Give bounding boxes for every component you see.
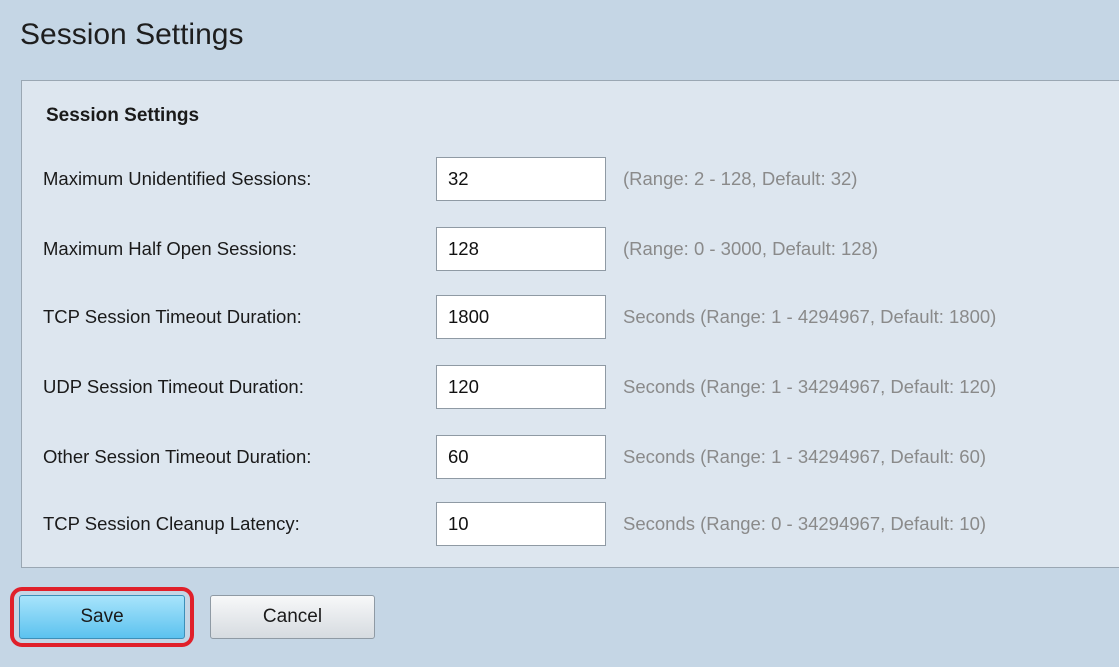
max-half-open-sessions-input[interactable] (436, 227, 606, 271)
section-title: Session Settings (46, 105, 200, 126)
max-unidentified-sessions-label: Maximum Unidentified Sessions: (43, 168, 312, 189)
other-session-timeout-label: Other Session Timeout Duration: (43, 446, 312, 467)
tcp-session-timeout-label: TCP Session Timeout Duration: (43, 306, 302, 327)
session-settings-panel: Session Settings Maximum Unidentified Se… (21, 80, 1119, 568)
tcp-session-timeout-input[interactable] (436, 295, 606, 339)
page-title: Session Settings (20, 18, 244, 51)
other-session-timeout-hint: Seconds (Range: 1 - 34294967, Default: 6… (623, 446, 987, 467)
udp-session-timeout-label: UDP Session Timeout Duration: (43, 376, 304, 397)
field-row-tcp-cleanup-latency: TCP Session Cleanup Latency: Seconds (Ra… (22, 502, 1119, 546)
field-row-tcp-session-timeout: TCP Session Timeout Duration: Seconds (R… (22, 295, 1119, 339)
udp-session-timeout-hint: Seconds (Range: 1 - 34294967, Default: 1… (623, 376, 997, 397)
tcp-cleanup-latency-input[interactable] (436, 502, 606, 546)
other-session-timeout-input[interactable] (436, 435, 606, 479)
max-unidentified-sessions-hint: (Range: 2 - 128, Default: 32) (623, 168, 858, 189)
save-button[interactable]: Save (19, 595, 185, 639)
field-row-other-session-timeout: Other Session Timeout Duration: Seconds … (22, 435, 1119, 479)
tcp-cleanup-latency-label: TCP Session Cleanup Latency: (43, 513, 300, 534)
cancel-button[interactable]: Cancel (210, 595, 375, 639)
max-half-open-sessions-hint: (Range: 0 - 3000, Default: 128) (623, 238, 879, 259)
field-row-max-unidentified-sessions: Maximum Unidentified Sessions: (Range: 2… (22, 157, 1119, 201)
udp-session-timeout-input[interactable] (436, 365, 606, 409)
max-half-open-sessions-label: Maximum Half Open Sessions: (43, 238, 297, 259)
field-row-udp-session-timeout: UDP Session Timeout Duration: Seconds (R… (22, 365, 1119, 409)
tcp-session-timeout-hint: Seconds (Range: 1 - 4294967, Default: 18… (623, 306, 997, 327)
field-row-max-half-open-sessions: Maximum Half Open Sessions: (Range: 0 - … (22, 227, 1119, 271)
tcp-cleanup-latency-hint: Seconds (Range: 0 - 34294967, Default: 1… (623, 513, 987, 534)
max-unidentified-sessions-input[interactable] (436, 157, 606, 201)
